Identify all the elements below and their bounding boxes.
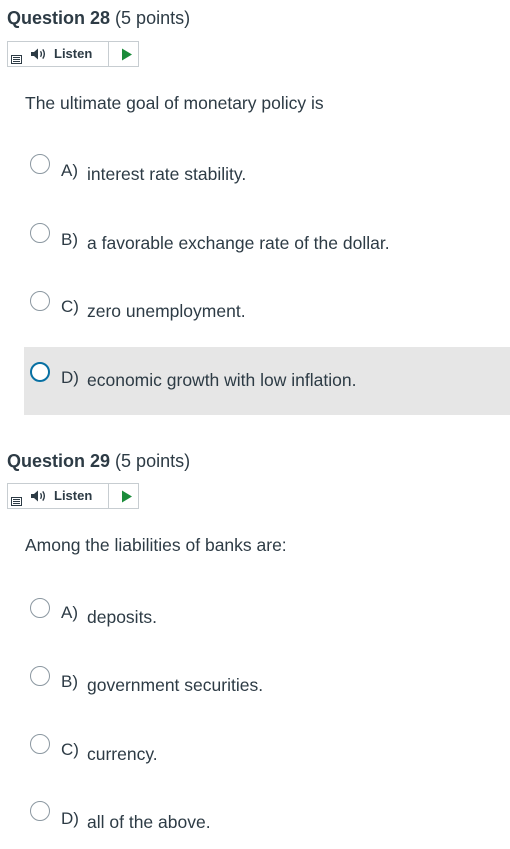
choice-text: currency.	[87, 744, 158, 764]
radio-icon[interactable]	[30, 598, 50, 618]
answer-choice-d[interactable]: D) all of the above.	[24, 777, 510, 845]
menu-icon[interactable]	[11, 55, 22, 64]
question-number: Question 28	[7, 8, 111, 28]
question-stem: The ultimate goal of monetary policy is	[25, 93, 324, 113]
answer-choice-c[interactable]: C) zero unemployment.	[24, 267, 510, 335]
radio-icon[interactable]	[30, 223, 50, 243]
choice-letter: A)	[61, 603, 78, 622]
choice-text: interest rate stability.	[87, 164, 247, 184]
menu-icon[interactable]	[11, 497, 22, 506]
choice-text: government securities.	[87, 675, 264, 695]
answer-choice-a[interactable]: A) deposits.	[24, 572, 510, 640]
choice-letter: A)	[61, 161, 78, 180]
choice-letter: D)	[61, 368, 79, 387]
toolbar-divider	[108, 42, 109, 66]
question-title: Question 29 (5 points)	[7, 451, 190, 472]
choice-letter: C)	[61, 740, 79, 759]
listen-button[interactable]: Listen	[54, 46, 92, 61]
radio-icon[interactable]	[30, 734, 50, 754]
play-icon[interactable]	[121, 490, 133, 503]
choice-text: economic growth with low inflation.	[87, 370, 357, 390]
radio-icon[interactable]	[30, 801, 50, 821]
choice-text: a favorable exchange rate of the dollar.	[87, 233, 390, 253]
choice-text: deposits.	[87, 607, 158, 627]
listen-button[interactable]: Listen	[54, 488, 92, 503]
speaker-icon	[31, 48, 46, 60]
toolbar-divider	[108, 484, 109, 508]
question-points: (5 points)	[115, 451, 191, 471]
choice-letter: D)	[61, 809, 79, 828]
answer-choice-c[interactable]: C) currency.	[24, 710, 510, 778]
question-stem: Among the liabilities of banks are:	[25, 535, 287, 555]
question-number: Question 29	[7, 451, 111, 471]
radio-icon[interactable]	[30, 291, 50, 311]
play-icon[interactable]	[121, 48, 133, 61]
radio-icon[interactable]	[30, 666, 50, 686]
radio-icon[interactable]	[30, 362, 50, 382]
answer-choice-b[interactable]: B) government securities.	[24, 641, 510, 709]
question-title: Question 28 (5 points)	[7, 8, 190, 29]
question-points: (5 points)	[115, 8, 191, 28]
speaker-icon	[31, 490, 46, 502]
choice-letter: B)	[61, 230, 78, 249]
choice-letter: B)	[61, 672, 78, 691]
answer-choice-d[interactable]: D) economic growth with low inflation.	[24, 347, 510, 415]
choice-text: all of the above.	[87, 812, 211, 832]
choice-letter: C)	[61, 297, 79, 316]
listen-toolbar: Listen	[7, 41, 139, 67]
radio-icon[interactable]	[30, 154, 50, 174]
listen-toolbar: Listen	[7, 483, 139, 509]
answer-choice-a[interactable]: A) interest rate stability.	[24, 130, 510, 198]
choice-text: zero unemployment.	[87, 301, 246, 321]
answer-choice-b[interactable]: B) a favorable exchange rate of the doll…	[24, 199, 510, 267]
